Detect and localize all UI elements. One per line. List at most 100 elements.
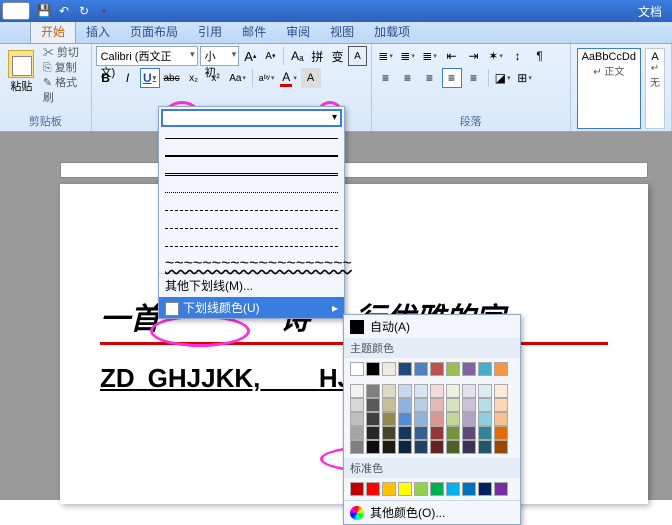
align-center-button[interactable]: ≡ — [398, 68, 418, 88]
color-swatch[interactable] — [398, 482, 412, 496]
grow-font-button[interactable]: A▴ — [241, 46, 259, 66]
tab-insert[interactable]: 插入 — [76, 20, 120, 43]
char-border-button[interactable]: 变 — [328, 46, 346, 66]
color-swatch[interactable] — [414, 384, 428, 398]
indent-dec-button[interactable]: ⇤ — [442, 46, 462, 66]
color-swatch[interactable] — [446, 384, 460, 398]
cut-button[interactable]: ✂ 剪切 — [43, 46, 87, 61]
color-swatch[interactable] — [382, 384, 396, 398]
color-swatch[interactable] — [398, 398, 412, 412]
color-swatch[interactable] — [398, 384, 412, 398]
char-box-button[interactable]: A — [348, 46, 366, 66]
color-swatch[interactable] — [382, 482, 396, 496]
color-swatch[interactable] — [382, 398, 396, 412]
color-swatch[interactable] — [382, 412, 396, 426]
color-swatch[interactable] — [414, 482, 428, 496]
pinyin-button[interactable]: 拼 — [308, 46, 326, 66]
tab-references[interactable]: 引用 — [188, 20, 232, 43]
copy-button[interactable]: ⎘ 复制 — [43, 61, 87, 76]
color-swatch[interactable] — [350, 384, 364, 398]
color-swatch[interactable] — [446, 426, 460, 440]
underline-style-dotted[interactable] — [165, 183, 338, 201]
color-swatch[interactable] — [462, 482, 476, 496]
color-swatch[interactable] — [430, 362, 444, 376]
underline-style-wave[interactable]: ~~~~~~~~~~~~~~~~~~~~ — [165, 255, 338, 273]
color-swatch[interactable] — [462, 362, 476, 376]
color-swatch[interactable] — [430, 384, 444, 398]
paste-button[interactable]: 粘贴 — [4, 46, 39, 96]
underline-current[interactable] — [161, 109, 342, 127]
multilevel-button[interactable]: ≣ — [420, 46, 440, 66]
color-swatch[interactable] — [478, 412, 492, 426]
show-marks-button[interactable]: ¶ — [530, 46, 550, 66]
color-swatch[interactable] — [366, 398, 380, 412]
color-swatch[interactable] — [366, 482, 380, 496]
underline-style-double[interactable] — [165, 165, 338, 183]
color-swatch[interactable] — [414, 426, 428, 440]
color-swatch[interactable] — [414, 412, 428, 426]
underline-color-item[interactable]: 下划线颜色(U) ▸ — [159, 297, 344, 318]
color-swatch[interactable] — [478, 482, 492, 496]
undo-icon[interactable]: ↶ — [55, 3, 73, 19]
underline-style-dashdotdot[interactable] — [165, 237, 338, 255]
borders-button[interactable]: ⊞ — [515, 68, 535, 88]
underline-style-dashdot[interactable] — [165, 219, 338, 237]
char-shading-button[interactable]: A — [301, 68, 321, 88]
change-case-button[interactable]: Aa — [228, 68, 248, 88]
color-swatch[interactable] — [462, 412, 476, 426]
color-swatch[interactable] — [350, 362, 364, 376]
tab-view[interactable]: 视图 — [320, 20, 364, 43]
style-normal[interactable]: AaBbCcDd ↵ 正文 — [577, 48, 641, 129]
color-swatch[interactable] — [430, 412, 444, 426]
highlight-button[interactable]: aᵇʸ — [257, 68, 277, 88]
color-swatch[interactable] — [494, 362, 508, 376]
color-swatch[interactable] — [414, 440, 428, 454]
color-swatch[interactable] — [446, 398, 460, 412]
color-swatch[interactable] — [366, 440, 380, 454]
tab-home[interactable]: 开始 — [30, 19, 76, 43]
color-swatch[interactable] — [366, 412, 380, 426]
shading-button[interactable]: ◪ — [493, 68, 513, 88]
underline-style-single[interactable] — [165, 129, 338, 147]
color-swatch[interactable] — [446, 412, 460, 426]
office-button[interactable]: ◧ — [2, 2, 30, 20]
color-swatch[interactable] — [350, 398, 364, 412]
color-swatch[interactable] — [478, 398, 492, 412]
tab-review[interactable]: 审阅 — [276, 20, 320, 43]
color-swatch[interactable] — [462, 440, 476, 454]
sort-button[interactable]: ↕ — [508, 46, 528, 66]
tab-mailings[interactable]: 邮件 — [232, 20, 276, 43]
color-swatch[interactable] — [382, 440, 396, 454]
style-nospacing[interactable]: A ↵ 无 — [645, 48, 665, 129]
color-swatch[interactable] — [414, 398, 428, 412]
color-swatch[interactable] — [462, 426, 476, 440]
color-swatch[interactable] — [478, 440, 492, 454]
redo-icon[interactable]: ↻ — [75, 3, 93, 19]
color-swatch[interactable] — [382, 362, 396, 376]
color-swatch[interactable] — [430, 398, 444, 412]
qat-customize[interactable]: ▾ — [95, 3, 113, 19]
shrink-font-button[interactable]: A▾ — [261, 46, 279, 66]
italic-button[interactable]: I — [118, 68, 138, 88]
color-swatch[interactable] — [366, 384, 380, 398]
color-swatch[interactable] — [398, 362, 412, 376]
linespacing-button[interactable]: ✶ — [486, 46, 506, 66]
format-painter-button[interactable]: ✎ 格式刷 — [43, 76, 87, 106]
font-size-combo[interactable]: 小初 — [200, 46, 240, 66]
horizontal-ruler[interactable] — [60, 162, 648, 178]
align-distribute-button[interactable]: ≡ — [464, 68, 484, 88]
underline-more[interactable]: 其他下划线(M)... — [159, 273, 344, 297]
color-swatch[interactable] — [366, 426, 380, 440]
color-swatch[interactable] — [462, 384, 476, 398]
color-swatch[interactable] — [494, 482, 508, 496]
underline-style-thick[interactable] — [165, 147, 338, 165]
font-color-button[interactable]: A — [279, 68, 299, 88]
color-swatch[interactable] — [398, 426, 412, 440]
underline-button[interactable]: U — [140, 68, 160, 88]
color-swatch[interactable] — [350, 440, 364, 454]
color-swatch[interactable] — [430, 482, 444, 496]
color-swatch[interactable] — [494, 384, 508, 398]
color-swatch[interactable] — [478, 426, 492, 440]
more-colors[interactable]: 其他颜色(O)... — [344, 500, 520, 524]
color-swatch[interactable] — [350, 412, 364, 426]
